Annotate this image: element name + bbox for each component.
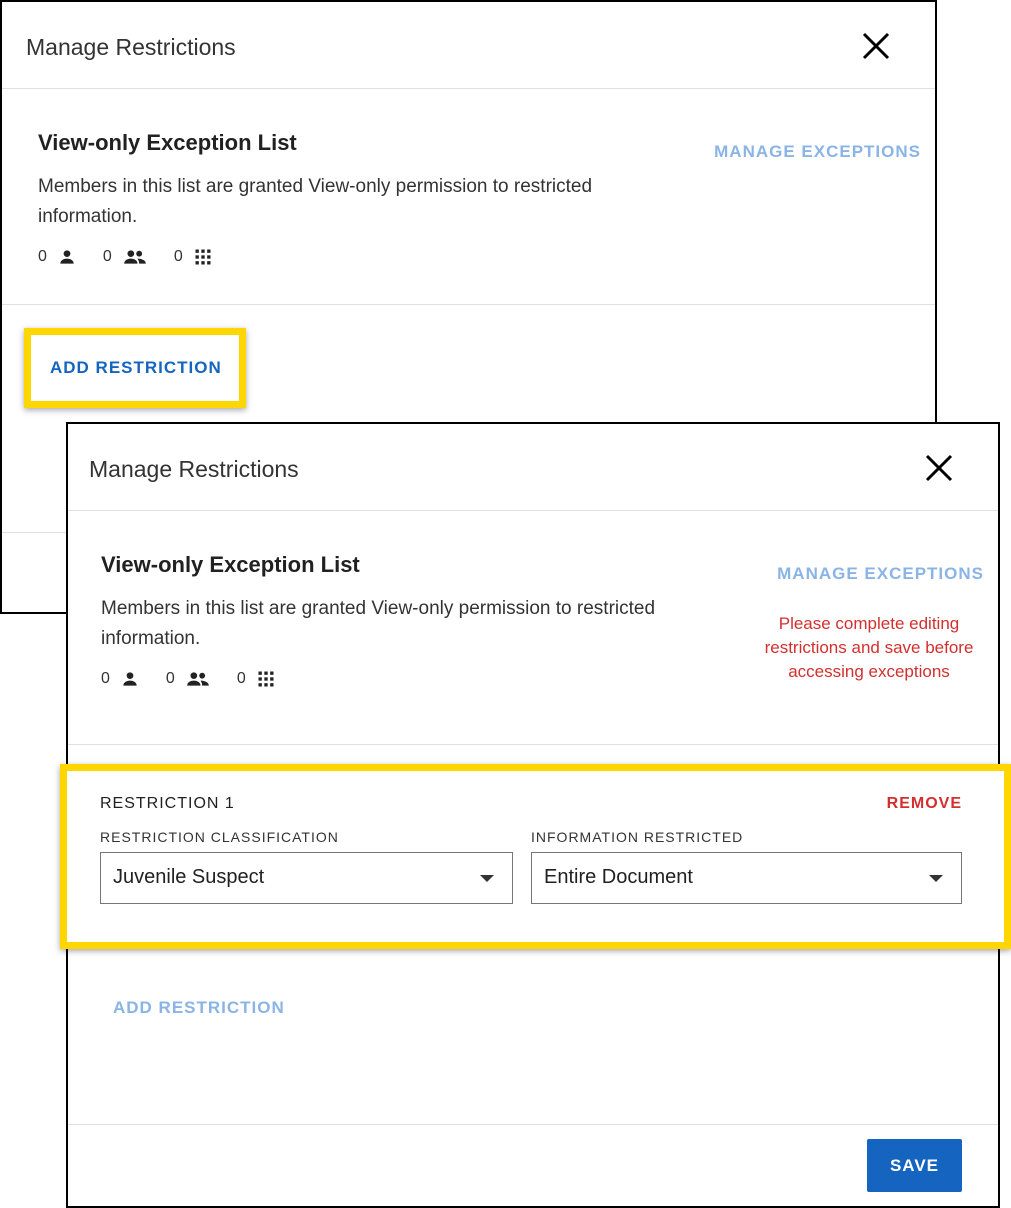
group-count: 0: [165, 670, 175, 687]
user-count: 0: [38, 248, 47, 265]
group-icon: [123, 250, 146, 264]
member-counts: 0 0 0: [101, 669, 302, 689]
divider: [2, 304, 935, 305]
person-icon: [60, 250, 74, 264]
restriction-row: RESTRICTION 1 REMOVE RESTRICTION CLASSIF…: [60, 764, 1011, 949]
member-counts: 0 0 0: [38, 247, 239, 267]
apps-grid-icon: [195, 249, 211, 265]
person-icon: [123, 672, 137, 686]
section-title: View-only Exception List: [38, 130, 297, 155]
divider: [68, 744, 998, 745]
classification-value: Juvenile Suspect: [113, 866, 265, 888]
classification-select[interactable]: Juvenile Suspect: [100, 852, 513, 904]
close-icon[interactable]: [861, 31, 891, 61]
dialog-header: Manage Restrictions: [68, 424, 998, 511]
apps-grid-icon: [258, 671, 274, 687]
user-count: 0: [101, 670, 110, 687]
manage-exceptions-button[interactable]: MANAGE EXCEPTIONS: [777, 564, 984, 584]
app-count: 0: [173, 248, 183, 265]
dialog-title: Manage Restrictions: [26, 34, 236, 60]
section-title: View-only Exception List: [101, 552, 360, 577]
restriction-title: RESTRICTION 1: [100, 795, 235, 812]
save-button[interactable]: SAVE: [867, 1139, 962, 1192]
group-count: 0: [102, 248, 112, 265]
exceptions-warning: Please complete editing restrictions and…: [764, 614, 974, 681]
group-icon: [186, 672, 209, 686]
divider: [68, 1124, 998, 1125]
information-restricted-select[interactable]: Entire Document: [531, 852, 962, 904]
close-icon[interactable]: [924, 453, 954, 483]
information-restricted-label: INFORMATION RESTRICTED: [531, 829, 744, 845]
information-restricted-value: Entire Document: [544, 866, 693, 888]
dialog-title: Manage Restrictions: [89, 456, 299, 482]
manage-exceptions-button[interactable]: MANAGE EXCEPTIONS: [714, 142, 921, 162]
section-description: Members in this list are granted View-on…: [101, 598, 656, 649]
dropdown-arrow-icon: [929, 875, 943, 882]
classification-label: RESTRICTION CLASSIFICATION: [100, 829, 339, 845]
dialog-header: Manage Restrictions: [2, 2, 935, 89]
add-restriction-button[interactable]: ADD RESTRICTION: [113, 998, 285, 1018]
remove-restriction-button[interactable]: REMOVE: [887, 795, 962, 813]
app-count: 0: [236, 670, 246, 687]
section-description: Members in this list are granted View-on…: [38, 176, 593, 227]
dropdown-arrow-icon: [480, 875, 494, 882]
add-restriction-button[interactable]: ADD RESTRICTION: [50, 358, 222, 378]
